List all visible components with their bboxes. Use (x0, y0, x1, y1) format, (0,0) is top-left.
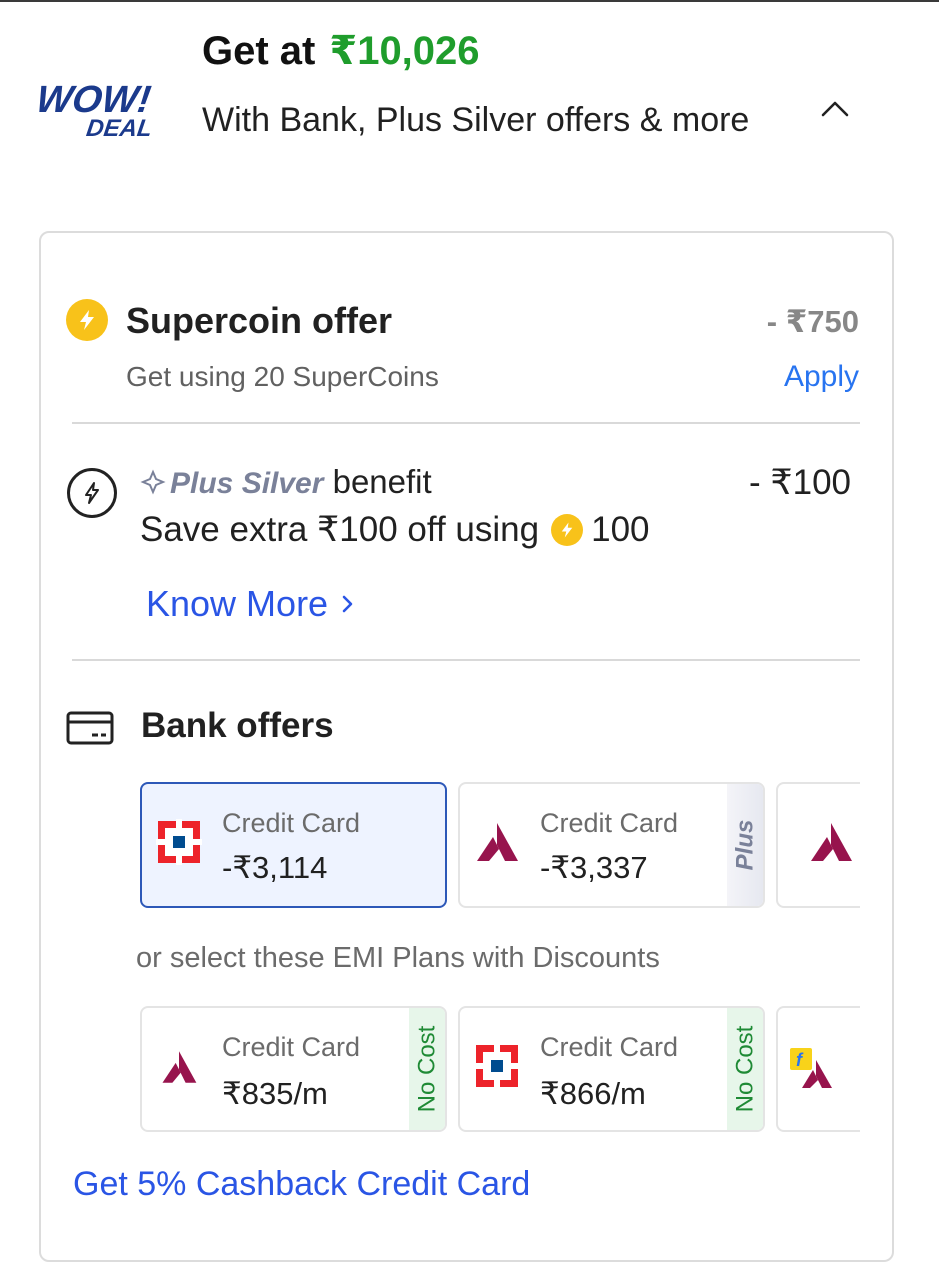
plus-silver-description-text: Save extra ₹100 off using (140, 510, 540, 549)
bank-offer-card-axis[interactable]: Credit Card -₹3,337 Plus (458, 782, 765, 908)
deal-price: ₹10,026 (329, 29, 480, 73)
chevron-up-icon (821, 101, 849, 117)
emi-caption: or select these EMI Plans with Discounts (136, 942, 660, 974)
offer-card-label: Credit Card (222, 808, 361, 838)
top-rule (0, 0, 939, 2)
emi-card-value: ₹835/m (222, 1076, 328, 1111)
supercoin-offer-subtitle: Get using 20 SuperCoins (126, 361, 439, 392)
supercoin-offer-amount: - ₹750 (766, 304, 859, 339)
plus-tag-label: Plus (731, 819, 758, 871)
bank-offer-carousel[interactable]: Credit Card -₹3,114 Credit Card -₹3,337 … (140, 782, 860, 908)
no-cost-tag-label: No Cost (413, 1025, 441, 1113)
chevron-right-icon (342, 595, 353, 613)
emi-card-value: ₹866/m (540, 1076, 646, 1111)
deal-subtitle: With Bank, Plus Silver offers & more (202, 101, 750, 139)
divider (72, 422, 860, 424)
cashback-credit-card-link[interactable]: Get 5% Cashback Credit Card (73, 1165, 530, 1204)
no-cost-tag: No Cost (727, 1008, 763, 1130)
know-more-link[interactable]: Know More (146, 583, 360, 625)
lightning-circle-icon (67, 468, 117, 518)
plus-tag: Plus (727, 784, 763, 906)
emi-card-label: Credit Card (540, 1032, 679, 1062)
emi-plan-carousel[interactable]: Credit Card ₹835/m No Cost Credit Card ₹… (140, 1006, 860, 1132)
emi-card-label: Credit Card (222, 1032, 361, 1062)
flipkart-axis-logo-icon: f (790, 1048, 832, 1088)
emi-card-partial[interactable]: f (776, 1006, 860, 1132)
axis-logo-icon (162, 1051, 197, 1083)
plus-silver-brand: Plus Silver (170, 467, 324, 500)
plus-silver-benefit-label: benefit (332, 463, 432, 500)
offer-card-value: -₹3,337 (540, 850, 648, 885)
bank-offers-title: Bank offers (141, 706, 334, 745)
deal-title-prefix: Get at (202, 29, 316, 73)
bank-offer-card-hdfc[interactable]: Credit Card -₹3,114 (140, 782, 447, 908)
hdfc-logo-icon (474, 1043, 520, 1089)
svg-text:DEAL: DEAL (85, 115, 154, 142)
offer-card-label: Credit Card (540, 808, 679, 838)
plus-silver-description: Save extra ₹100 off using 100 (140, 510, 650, 550)
hdfc-logo-icon (156, 819, 202, 865)
apply-button[interactable]: Apply (784, 360, 859, 394)
axis-logo-icon (811, 823, 852, 861)
deal-title: Get at ₹10,026 (202, 28, 480, 74)
collapse-button[interactable] (812, 88, 858, 128)
plus-silver-benefit: Plus Silver benefit (140, 463, 432, 501)
card-icon (66, 711, 114, 745)
no-cost-tag-label: No Cost (731, 1025, 759, 1113)
emi-card-hdfc[interactable]: Credit Card ₹866/m No Cost (458, 1006, 765, 1132)
supercoin-icon (551, 514, 584, 546)
offer-card-value: -₹3,114 (222, 850, 328, 885)
plus-spark-icon (140, 469, 166, 495)
supercoin-icon (66, 299, 108, 341)
wow-deal-logo: WOW! DEAL (38, 78, 154, 142)
axis-logo-icon (477, 823, 518, 861)
know-more-label: Know More (146, 583, 329, 624)
plus-silver-amount: - ₹100 (748, 463, 851, 502)
no-cost-tag: No Cost (409, 1008, 445, 1130)
supercoin-offer-title: Supercoin offer (126, 300, 393, 341)
divider (72, 659, 860, 661)
bank-offer-card-partial[interactable] (776, 782, 860, 908)
plus-silver-coin-count: 100 (591, 510, 650, 549)
emi-card-axis[interactable]: Credit Card ₹835/m No Cost (140, 1006, 447, 1132)
